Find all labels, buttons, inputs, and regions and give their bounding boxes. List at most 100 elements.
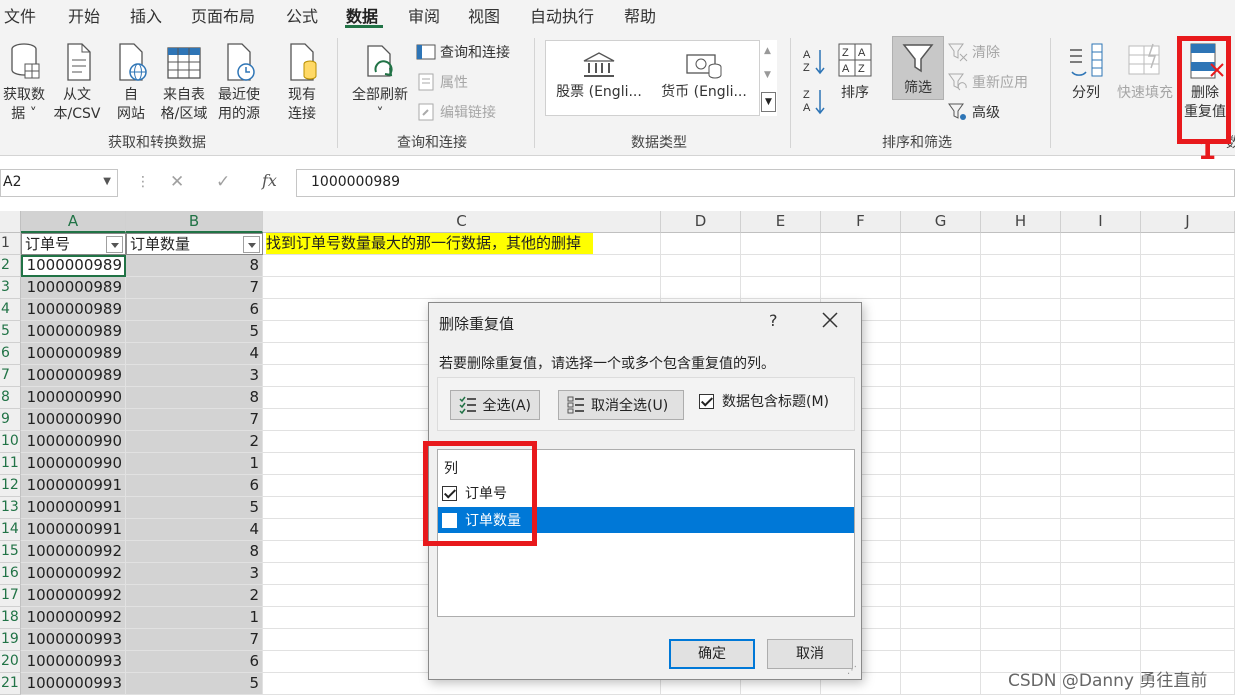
formula-input[interactable]: 1000000989 [296, 169, 1235, 197]
recent-sources-button[interactable]: 最近使 用的源 [212, 42, 266, 124]
order-qty-cell[interactable]: 7 [126, 629, 263, 651]
empty-cell[interactable] [981, 233, 1061, 255]
column-header-f[interactable]: F [821, 211, 901, 233]
empty-cell[interactable] [981, 255, 1061, 277]
empty-cell[interactable] [1141, 541, 1235, 563]
empty-cell[interactable] [1061, 409, 1141, 431]
empty-cell[interactable] [1061, 321, 1141, 343]
order-id-cell[interactable]: 1000000989 [21, 365, 126, 387]
sort-descending-button[interactable]: Z A [802, 86, 830, 120]
has-headers-checkbox[interactable]: 数据包含标题(M) [699, 391, 829, 411]
empty-cell[interactable] [1141, 321, 1235, 343]
empty-cell[interactable] [901, 321, 981, 343]
column-header-g[interactable]: G [901, 211, 981, 233]
empty-cell[interactable] [263, 255, 661, 277]
close-icon[interactable] [819, 309, 841, 331]
edit-links-button[interactable]: 编辑链接 [416, 102, 496, 122]
empty-cell[interactable] [1141, 343, 1235, 365]
row-header[interactable]: 5 [0, 321, 21, 343]
empty-cell[interactable] [1061, 585, 1141, 607]
empty-cell[interactable] [1061, 299, 1141, 321]
menu-data[interactable]: 数据 [346, 3, 378, 27]
empty-cell[interactable] [1061, 277, 1141, 299]
row-header[interactable]: 7 [0, 365, 21, 387]
cancel-button[interactable]: 取消 [767, 639, 853, 669]
order-id-cell[interactable]: 1000000990 [21, 431, 126, 453]
row-header[interactable]: 1 [0, 233, 21, 255]
empty-cell[interactable] [1061, 453, 1141, 475]
empty-cell[interactable] [1061, 541, 1141, 563]
empty-cell[interactable] [741, 255, 821, 277]
existing-connections-button[interactable]: 现有 连接 [280, 42, 324, 124]
order-id-cell[interactable]: 1000000992 [21, 563, 126, 585]
row-header[interactable]: 12 [0, 475, 21, 497]
empty-cell[interactable] [1061, 607, 1141, 629]
column-header-e[interactable]: E [741, 211, 821, 233]
has-headers-check-icon[interactable] [699, 393, 714, 409]
empty-cell[interactable] [1141, 387, 1235, 409]
empty-cell[interactable] [1141, 299, 1235, 321]
order-id-cell[interactable]: 1000000993 [21, 651, 126, 673]
flash-fill-button[interactable]: 快速填充 [1114, 42, 1176, 103]
order-qty-cell[interactable]: 7 [126, 409, 263, 431]
filter-dropdown-icon[interactable] [106, 236, 123, 253]
empty-cell[interactable] [1141, 475, 1235, 497]
empty-cell[interactable] [981, 365, 1061, 387]
empty-cell[interactable] [661, 255, 741, 277]
empty-cell[interactable] [981, 277, 1061, 299]
row-header[interactable]: 14 [0, 519, 21, 541]
empty-cell[interactable] [1141, 607, 1235, 629]
empty-cell[interactable] [901, 233, 981, 255]
order-id-cell[interactable]: 1000000991 [21, 497, 126, 519]
empty-cell[interactable] [901, 453, 981, 475]
empty-cell[interactable] [981, 563, 1061, 585]
gallery-more-icon[interactable]: ▼ [761, 92, 776, 112]
empty-cell[interactable] [901, 607, 981, 629]
queries-connections-button[interactable]: 查询和连接 [416, 42, 510, 62]
empty-cell[interactable] [901, 299, 981, 321]
column-header-i[interactable]: I [1061, 211, 1141, 233]
empty-cell[interactable] [821, 255, 901, 277]
insert-function-icon[interactable]: fx [262, 171, 277, 190]
order-qty-cell[interactable]: 6 [126, 475, 263, 497]
empty-cell[interactable] [821, 277, 901, 299]
empty-cell[interactable] [1061, 233, 1141, 255]
empty-cell[interactable] [981, 431, 1061, 453]
order-id-cell[interactable]: 1000000992 [21, 541, 126, 563]
sort-button[interactable]: Z A A Z 排序 [834, 42, 876, 103]
empty-cell[interactable] [901, 629, 981, 651]
order-qty-cell[interactable]: 7 [126, 277, 263, 299]
empty-cell[interactable] [981, 541, 1061, 563]
reapply-button[interactable]: 重新应用 [948, 72, 1028, 92]
order-qty-cell[interactable]: 5 [126, 497, 263, 519]
empty-cell[interactable] [1141, 585, 1235, 607]
column-header-j[interactable]: J [1141, 211, 1235, 233]
empty-cell[interactable] [1141, 233, 1235, 255]
empty-cell[interactable] [901, 519, 981, 541]
from-table-button[interactable]: 来自表 格/区域 [156, 42, 212, 124]
empty-cell[interactable] [1061, 387, 1141, 409]
header-cell-order-qty[interactable]: 订单数量 [126, 233, 263, 255]
menu-home[interactable]: 开始 [68, 3, 100, 27]
menu-formulas[interactable]: 公式 [286, 3, 318, 27]
column-header-b[interactable]: B [126, 211, 263, 233]
order-id-cell[interactable]: 1000000989 [21, 343, 126, 365]
row-header[interactable]: 8 [0, 387, 21, 409]
column-header-c[interactable]: C [263, 211, 661, 233]
empty-cell[interactable] [981, 519, 1061, 541]
empty-cell[interactable] [901, 431, 981, 453]
empty-cell[interactable] [263, 277, 661, 299]
row-header[interactable]: 3 [0, 277, 21, 299]
menu-view[interactable]: 视图 [468, 3, 500, 27]
empty-cell[interactable] [981, 453, 1061, 475]
order-id-cell[interactable]: 1000000993 [21, 629, 126, 651]
refresh-all-button[interactable]: 全部刷新 ˅ [344, 42, 416, 124]
menu-page-layout[interactable]: 页面布局 [191, 3, 255, 27]
empty-cell[interactable] [981, 387, 1061, 409]
order-id-cell[interactable]: 1000000991 [21, 475, 126, 497]
select-all-corner[interactable] [0, 211, 21, 233]
empty-cell[interactable] [901, 563, 981, 585]
empty-cell[interactable] [981, 321, 1061, 343]
row-header[interactable]: 15 [0, 541, 21, 563]
empty-cell[interactable] [1141, 519, 1235, 541]
